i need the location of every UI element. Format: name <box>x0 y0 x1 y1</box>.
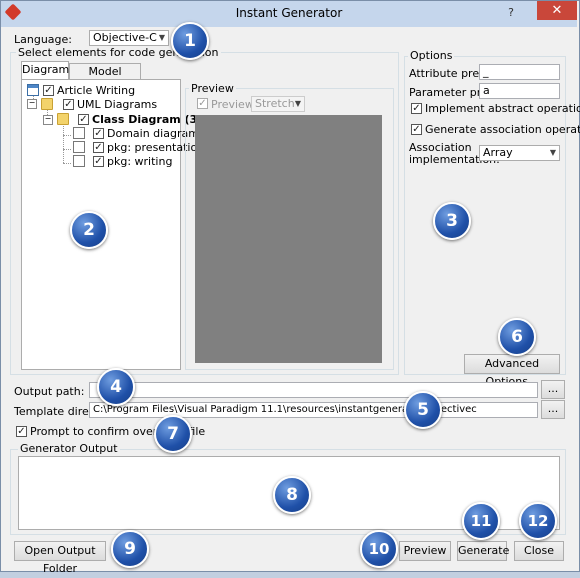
preview-checkbox-label: Preview <box>211 98 254 111</box>
preview-mode-select[interactable]: Stretch ▼ <box>251 96 305 112</box>
class-diagram-icon <box>73 127 85 139</box>
collapse-icon[interactable]: − <box>27 99 37 109</box>
template-directory-browse-button[interactable]: ... <box>541 400 565 419</box>
callout-marker-2: 2 <box>70 211 108 249</box>
tree-item-article-writing[interactable]: Article Writing <box>57 84 135 97</box>
class-diagram-icon <box>73 155 85 167</box>
implement-abstract-checkbox[interactable]: ✓ <box>411 103 422 114</box>
preview-checkbox[interactable]: ✓ <box>197 98 208 109</box>
callout-marker-6: 6 <box>498 318 536 356</box>
implement-abstract-label: Implement abstract operations <box>425 102 580 115</box>
open-output-folder-button[interactable]: Open Output Folder <box>14 541 106 575</box>
tree-item-pkg-writing[interactable]: pkg: writing <box>107 155 172 168</box>
callout-marker-3: 3 <box>433 202 471 240</box>
tree-item-uml-diagrams[interactable]: UML Diagrams <box>77 98 157 111</box>
tree-connector <box>63 149 71 150</box>
preview-canvas <box>195 115 382 363</box>
association-impl-select[interactable]: Array ▼ <box>479 145 560 161</box>
language-select[interactable]: Objective-C ▼ <box>89 30 169 46</box>
tab-diagrams[interactable]: Diagrams <box>21 61 75 80</box>
close-button[interactable]: Close <box>514 541 564 561</box>
preview-mode-value: Stretch <box>255 97 295 110</box>
callout-marker-11: 11 <box>462 502 500 540</box>
callout-marker-4: 4 <box>97 368 135 406</box>
output-path-browse-button[interactable]: ... <box>541 380 565 399</box>
tree-checkbox[interactable]: ✓ <box>63 99 74 110</box>
chevron-down-icon: ▼ <box>294 99 301 108</box>
callout-marker-7: 7 <box>154 415 192 453</box>
tree-checkbox[interactable]: ✓ <box>93 156 104 167</box>
output-path-label: Output path: <box>14 385 85 398</box>
folder-icon <box>57 113 69 125</box>
parameter-prefix-input[interactable]: a <box>479 83 560 99</box>
tree-connector <box>63 163 71 164</box>
tree-checkbox[interactable]: ✓ <box>43 85 54 96</box>
collapse-icon[interactable]: − <box>43 115 53 125</box>
language-value: Objective-C <box>93 31 157 44</box>
tree-connector <box>63 135 71 136</box>
tree-checkbox[interactable]: ✓ <box>78 114 89 125</box>
tree-checkbox[interactable]: ✓ <box>93 142 104 153</box>
callout-marker-10: 10 <box>360 530 398 568</box>
generate-association-label: Generate association operations <box>425 123 580 136</box>
generate-button[interactable]: Generate <box>457 541 509 561</box>
output-path-input[interactable] <box>89 382 538 398</box>
close-window-icon[interactable]: ✕ <box>537 1 577 20</box>
preview-group-label: Preview <box>189 82 236 95</box>
advanced-options-button[interactable]: Advanced Options... <box>464 354 560 388</box>
callout-marker-1: 1 <box>171 22 209 60</box>
association-impl-value: Array <box>483 146 513 159</box>
callout-marker-8: 8 <box>273 476 311 514</box>
callout-marker-9: 9 <box>111 530 149 568</box>
folder-icon <box>41 98 53 110</box>
callout-marker-12: 12 <box>519 502 557 540</box>
callout-marker-5: 5 <box>404 391 442 429</box>
tab-model-elements[interactable]: Model Elements <box>69 63 141 93</box>
preview-button[interactable]: Preview <box>399 541 451 561</box>
class-diagram-icon <box>73 141 85 153</box>
attribute-prefix-input[interactable]: _ <box>479 64 560 80</box>
chevron-down-icon: ▼ <box>158 33 165 42</box>
window-title: Instant Generator <box>235 6 343 20</box>
chevron-down-icon: ▼ <box>549 148 556 157</box>
tree-checkbox[interactable]: ✓ <box>93 128 104 139</box>
prompt-overwrite-checkbox[interactable]: ✓ <box>16 426 27 437</box>
tree-connector <box>63 121 64 163</box>
generate-association-checkbox[interactable]: ✓ <box>411 124 422 135</box>
project-icon <box>27 84 39 96</box>
minimize-icon[interactable]: ? <box>501 6 521 20</box>
options-group-label: Options <box>408 49 455 62</box>
generator-output-label: Generator Output <box>18 442 120 455</box>
language-label: Language: <box>14 33 72 46</box>
template-directory-input[interactable]: C:\Program Files\Visual Paradigm 11.1\re… <box>89 402 538 418</box>
